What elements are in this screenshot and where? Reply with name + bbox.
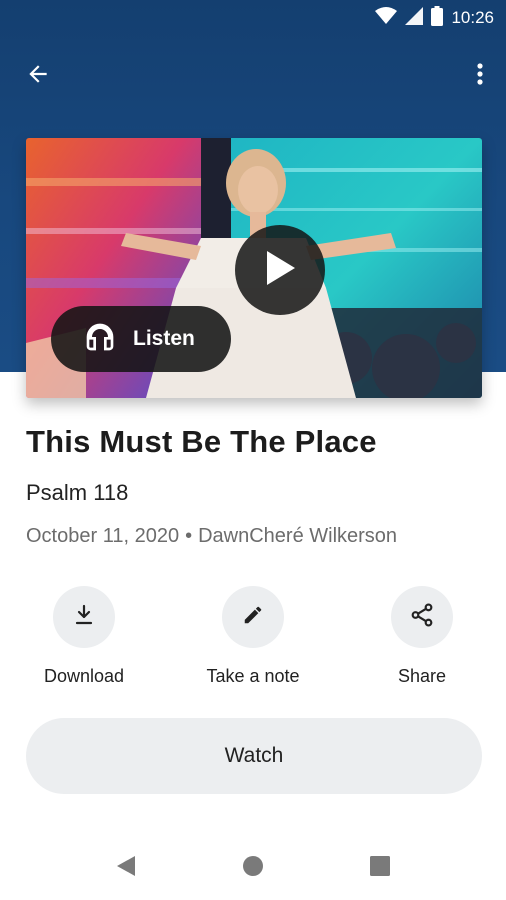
share-label: Share: [397, 666, 447, 686]
sermon-meta: October 11, 2020 • DawnCheré Wilkerson: [26, 525, 397, 548]
battery-icon: [431, 5, 444, 31]
back-button[interactable]: [20, 58, 56, 94]
status-icons: 10:26: [375, 5, 494, 31]
app-bar: [0, 50, 506, 98]
watch-button[interactable]: Watch: [26, 718, 482, 794]
share-action[interactable]: Share: [352, 586, 492, 687]
sermon-title: This Must Be The Place: [26, 424, 377, 459]
video-card[interactable]: Listen: [26, 138, 482, 398]
wifi-icon: [375, 6, 398, 30]
download-icon: [72, 603, 96, 632]
play-button[interactable]: [235, 225, 325, 315]
share-icon: [409, 602, 435, 633]
take-note-action[interactable]: Take a note: [183, 586, 323, 687]
pencil-icon: [242, 604, 264, 631]
status-bar: 10:26: [0, 0, 506, 36]
download-button[interactable]: [53, 586, 115, 648]
status-time: 10:26: [451, 8, 494, 27]
listen-button[interactable]: Listen: [51, 306, 231, 372]
download-action[interactable]: Download: [14, 586, 154, 687]
cell-signal-icon: [405, 6, 424, 30]
listen-label: Listen: [133, 327, 195, 350]
headphones-icon: [83, 321, 117, 358]
play-icon: [263, 249, 297, 292]
meta-separator: •: [185, 525, 193, 547]
download-label: Download: [43, 666, 125, 686]
system-nav-bar: [0, 840, 506, 892]
more-options-button[interactable]: [468, 58, 492, 94]
speaker-name: DawnCheré Wilkerson: [198, 525, 398, 547]
action-row: Download Take a note Share: [0, 586, 506, 696]
sermon-date: October 11, 2020: [26, 525, 180, 547]
take-note-label: Take a note: [206, 666, 300, 686]
scripture-reference: Psalm 118: [26, 480, 129, 505]
nav-back-icon[interactable]: [114, 854, 138, 878]
nav-home-icon[interactable]: [241, 854, 265, 878]
nav-recents-icon[interactable]: [368, 854, 392, 878]
take-note-button[interactable]: [222, 586, 284, 648]
share-button[interactable]: [391, 586, 453, 648]
more-vertical-icon: [477, 62, 483, 91]
arrow-back-icon: [25, 61, 51, 92]
